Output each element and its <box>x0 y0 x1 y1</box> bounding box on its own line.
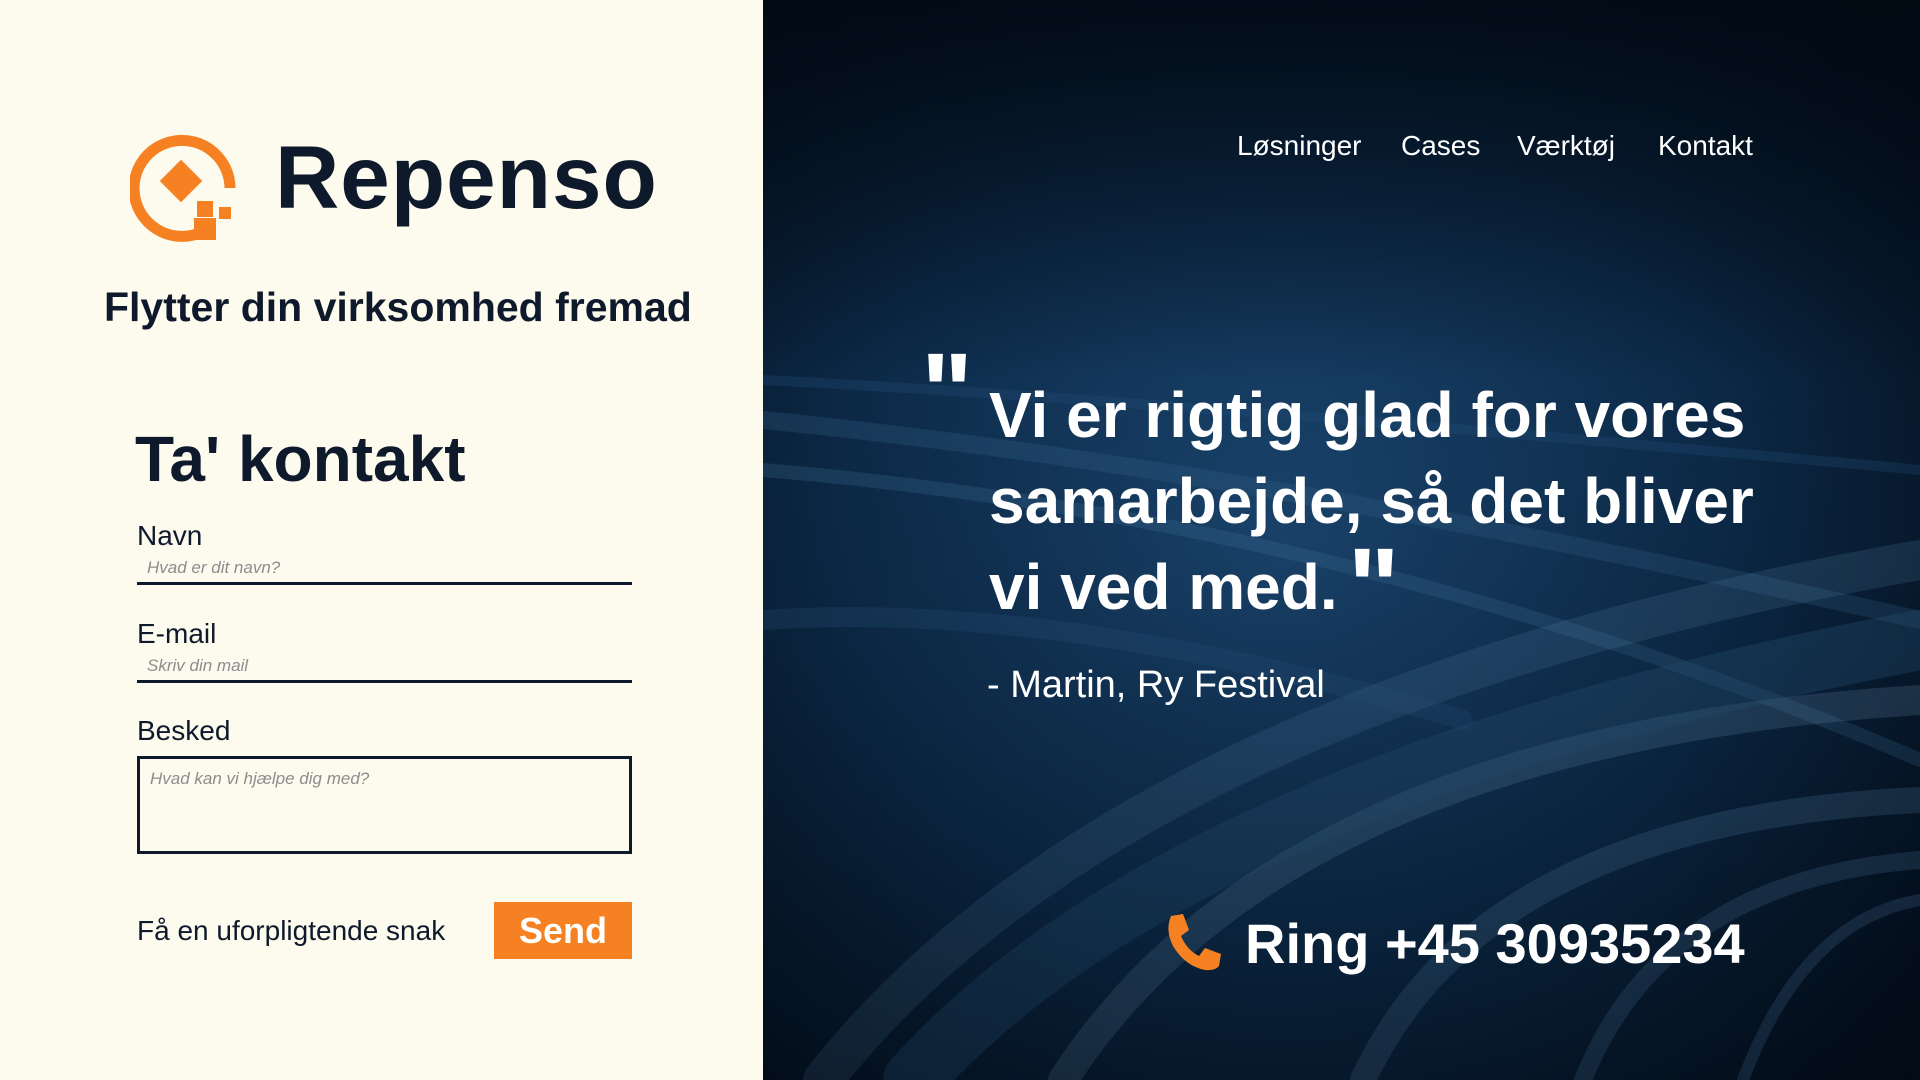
message-input[interactable] <box>137 756 632 854</box>
name-input[interactable] <box>137 553 632 585</box>
repenso-logo-icon <box>130 134 236 242</box>
message-label: Besked <box>137 715 231 746</box>
open-quote-mark: " <box>921 331 974 454</box>
name-label: Navn <box>137 520 203 551</box>
hero-panel: Løsninger Cases Værktøj Kontakt " Vi er … <box>763 0 1920 1080</box>
phone-icon <box>1168 914 1221 971</box>
nav-item-vaerktoj[interactable]: Værktøj <box>1517 126 1615 166</box>
tagline: Flytter din virksomhed fremad <box>104 284 692 330</box>
send-button[interactable]: Send <box>494 902 632 959</box>
nav-item-cases[interactable]: Cases <box>1401 126 1480 166</box>
brand-name: Repenso <box>275 127 658 227</box>
nav-item-kontakt[interactable]: Kontakt <box>1658 126 1753 166</box>
email-input[interactable] <box>137 651 632 683</box>
testimonial-author: - Martin, Ry Festival <box>987 664 1325 706</box>
cta-text: Få en uforpligtende snak <box>137 915 446 946</box>
close-quote-mark: " <box>1347 526 1400 649</box>
contact-panel: Repenso Flytter din virksomhed fremad Ta… <box>0 0 763 1080</box>
testimonial-quote: Vi er rigtig glad for vores samarbejde, … <box>989 372 1809 649</box>
nav-item-losninger[interactable]: Løsninger <box>1237 126 1362 166</box>
email-label: E-mail <box>137 618 217 649</box>
main-nav: Løsninger Cases Værktøj Kontakt <box>763 126 1920 166</box>
contact-form-title: Ta' kontakt <box>135 423 466 495</box>
phone-number-link[interactable]: Ring +45 30935234 <box>1245 910 1745 978</box>
